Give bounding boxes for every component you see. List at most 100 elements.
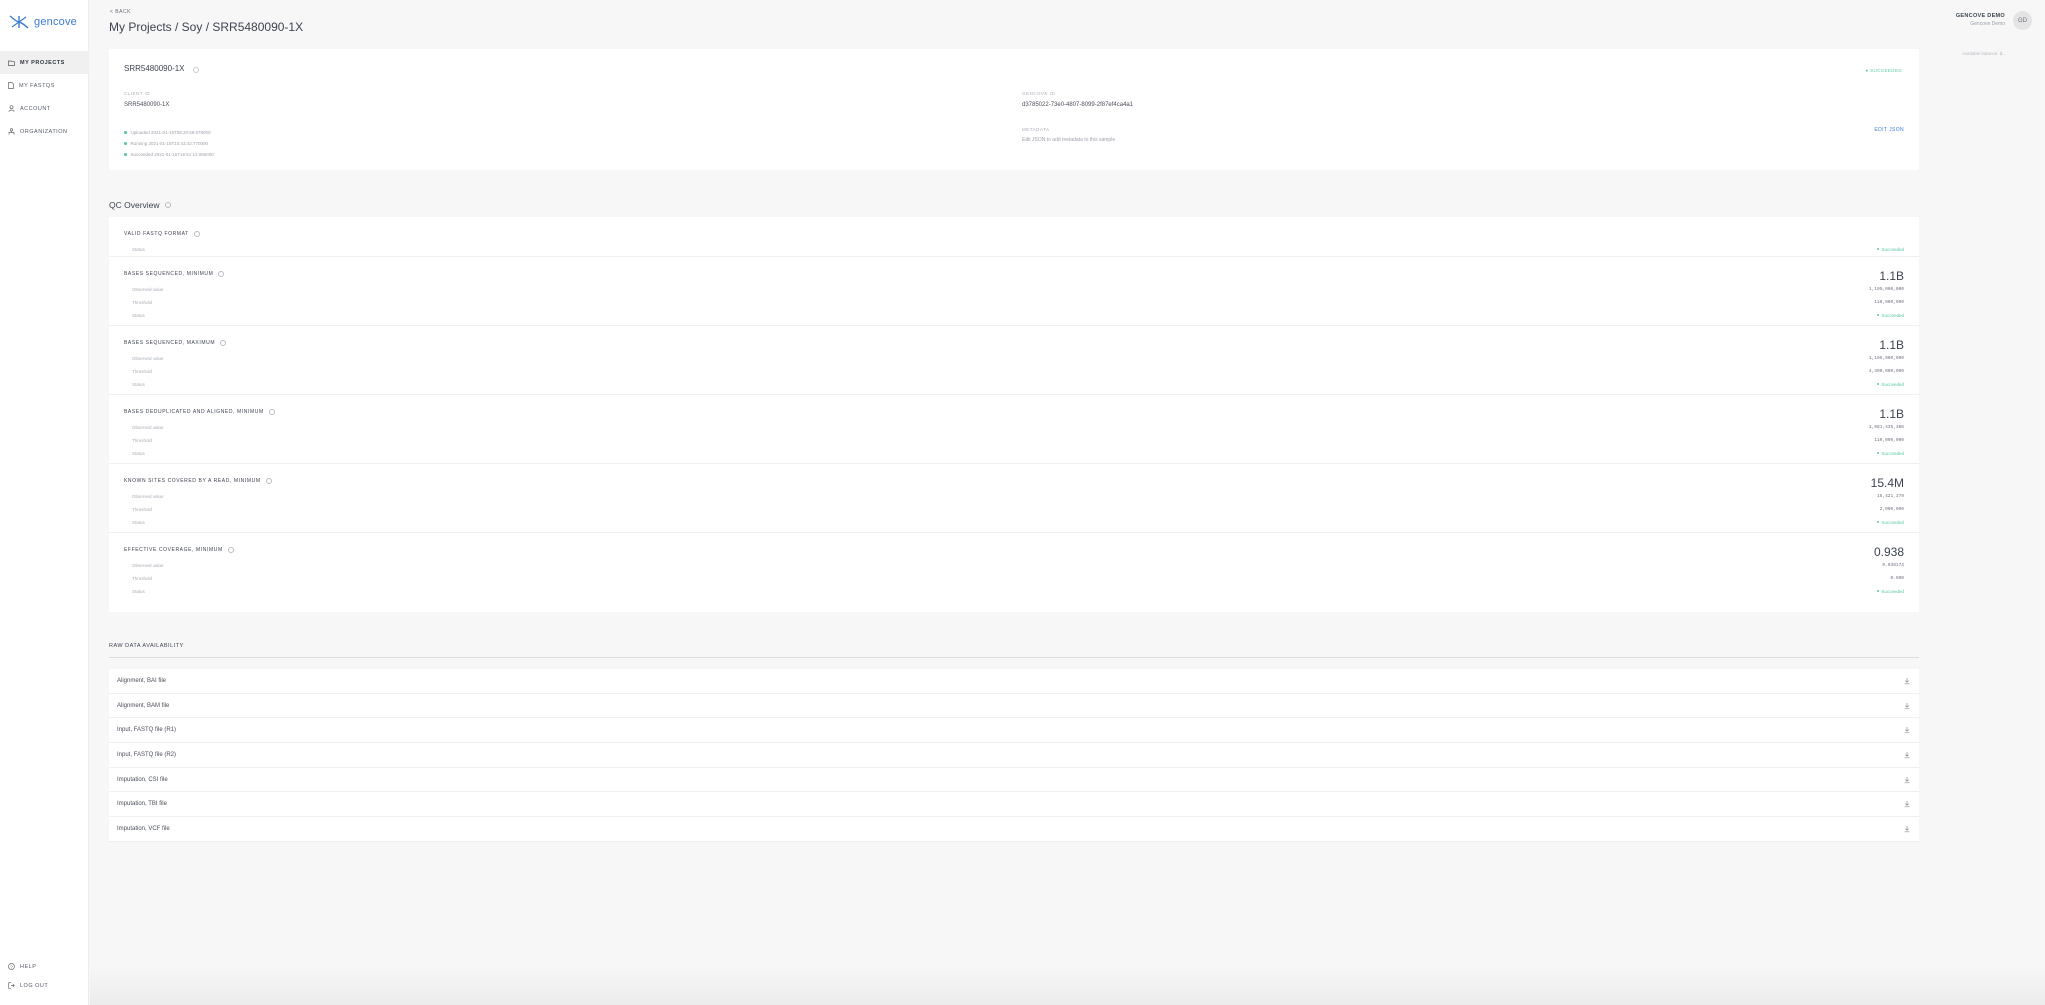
qc-row-label: Status — [132, 588, 145, 594]
download-icon[interactable] — [1903, 751, 1911, 759]
qc-row-value: 4,400,000,000 — [1868, 368, 1904, 374]
qc-row-threshold: Threshold 0.900 — [132, 573, 1904, 583]
sidebar-item-help[interactable]: ? HELP — [0, 957, 89, 976]
gencove-logo[interactable]: gencove — [8, 14, 77, 30]
raw-file-label: Imputation, CSI file — [117, 776, 168, 783]
qc-row-observed: Observed value 1,105,000,000 — [132, 353, 1904, 363]
download-icon[interactable] — [1903, 776, 1911, 784]
qc-row-label: Observed value — [132, 424, 164, 430]
qc-row-value: 110,000,000 — [1874, 299, 1904, 305]
raw-data-heading: RAW DATA AVAILABILITY — [109, 643, 1919, 658]
raw-file-label: Imputation, VCF file — [117, 825, 170, 832]
info-icon[interactable] — [218, 271, 225, 277]
sidebar-item-label: MY FASTQS — [19, 82, 55, 89]
qc-row-observed: Observed value 0.938174 — [132, 560, 1904, 570]
page-title: My Projects / Soy / SRR5480090-1X — [109, 20, 304, 34]
info-icon[interactable] — [164, 202, 171, 208]
raw-file-row[interactable]: Alignment, BAI file — [109, 669, 1919, 694]
timeline-text: Succeeded 2021-01-15T16:51:13.055000 — [130, 152, 214, 157]
qc-section-bases-sequenced-max: BASES SEQUENCED, MAXIMUM 1.1B Observed v… — [109, 326, 1919, 395]
raw-file-label: Imputation, TBI file — [117, 801, 167, 808]
qc-row-threshold: Threshold 2,000,000 — [132, 504, 1904, 514]
qc-row-label: Status — [132, 312, 145, 318]
sample-card: SRR5480090-1X ● SUCCEEDED CLIENT ID SRR5… — [109, 49, 1919, 170]
qc-title-text: KNOWN SITES COVERED BY A READ, MINIMUM — [124, 478, 261, 484]
status-text: Succeeded — [1881, 381, 1904, 387]
status-timeline: Uploaded 2021-01-15T08:20:58.678000 Runn… — [124, 127, 214, 160]
qc-row-label: Status — [132, 246, 145, 252]
qc-title-text: EFFECTIVE COVERAGE, MINIMUM — [124, 547, 223, 553]
avatar[interactable]: GD — [2013, 11, 2032, 30]
download-icon[interactable] — [1903, 726, 1911, 734]
status-badge: ● SUCCEEDED — [1865, 68, 1902, 73]
status-text: Succeeded — [1881, 450, 1904, 456]
info-icon[interactable] — [220, 340, 227, 346]
qc-row-value: 1,105,000,000 — [1868, 355, 1904, 361]
qc-row-observed: Observed value 1,105,000,000 — [132, 284, 1904, 294]
qc-row-value: 0.938174 — [1882, 562, 1904, 568]
sidebar-item-my-projects[interactable]: MY PROJECTS — [0, 51, 89, 74]
qc-overview-heading: QC Overview — [109, 200, 171, 210]
download-icon[interactable] — [1903, 825, 1911, 833]
file-icon — [8, 82, 14, 89]
sidebar-nav: MY PROJECTS MY FASTQS ACCOUNT ORGANIZATI… — [0, 51, 89, 143]
sidebar-item-label: ORGANIZATION — [20, 128, 68, 135]
qc-row-label: Status — [132, 381, 145, 387]
info-icon[interactable] — [268, 409, 275, 415]
raw-file-label: Alignment, BAI file — [117, 677, 167, 684]
qc-row-value: 2,000,000 — [1879, 506, 1904, 512]
sidebar-item-account[interactable]: ACCOUNT — [0, 97, 89, 120]
info-icon[interactable] — [193, 231, 200, 237]
edit-json-button[interactable]: EDIT JSON — [1874, 127, 1904, 133]
qc-row-status: Status Succeeded — [132, 448, 1904, 458]
download-icon[interactable] — [1903, 702, 1911, 710]
raw-file-row[interactable]: Alignment, BAM file — [109, 693, 1919, 719]
sidebar-item-label: MY PROJECTS — [20, 59, 65, 66]
status-dot — [1876, 451, 1880, 455]
qc-row-label: Status — [132, 519, 145, 525]
user-org: Gencove Demo — [1970, 21, 2005, 27]
raw-file-row[interactable]: Input, FASTQ file (R2) — [109, 743, 1919, 768]
timeline-text: Running 2021-01-15T10:43:42.770000 — [130, 141, 209, 146]
raw-file-label: Input, FASTQ file (R2) — [117, 751, 177, 758]
sidebar-item-label: HELP — [20, 963, 37, 970]
folder-icon — [8, 60, 15, 66]
edit-sample-icon[interactable] — [193, 67, 199, 73]
sidebar-item-label: LOG OUT — [20, 982, 49, 989]
qc-section-title: BASES SEQUENCED, MINIMUM — [124, 271, 225, 277]
raw-file-label: Alignment, BAM file — [117, 702, 170, 709]
qc-big-value: 0.938 — [1873, 545, 1904, 559]
sidebar-bottom-nav: ? HELP LOG OUT — [0, 957, 89, 995]
raw-file-row[interactable]: Imputation, TBI file — [109, 792, 1919, 818]
qc-big-value: 1.1B — [1879, 338, 1904, 352]
qc-section-bases-dedup-aligned: BASES DEDUPLICATED AND ALIGNED, MINIMUM … — [109, 395, 1919, 464]
qc-section-title: EFFECTIVE COVERAGE, MINIMUM — [124, 547, 234, 553]
qc-big-value: 1.1B — [1879, 269, 1904, 283]
download-icon[interactable] — [1903, 677, 1911, 685]
raw-file-label: Input, FASTQ file (R1) — [117, 727, 177, 734]
timeline-dot — [124, 142, 127, 145]
logo-text: gencove — [34, 16, 77, 28]
info-icon[interactable] — [227, 547, 234, 553]
raw-file-row[interactable]: Imputation, VCF file — [109, 817, 1919, 842]
qc-row-status: Status Succeeded — [132, 244, 1904, 254]
qc-section-title: BASES DEDUPLICATED AND ALIGNED, MINIMUM — [124, 409, 275, 415]
qc-section-title: KNOWN SITES COVERED BY A READ, MINIMUM — [124, 478, 272, 484]
status-dot — [1876, 589, 1880, 593]
info-icon[interactable] — [265, 478, 272, 484]
qc-row-label: Observed value — [132, 286, 164, 292]
download-icon[interactable] — [1903, 800, 1911, 808]
qc-row-value: 15,421,379 — [1876, 493, 1904, 499]
sidebar-item-logout[interactable]: LOG OUT — [0, 976, 89, 995]
sidebar-item-organization[interactable]: ORGANIZATION — [0, 120, 89, 143]
raw-file-row[interactable]: Imputation, CSI file — [109, 767, 1919, 793]
back-link[interactable]: < BACK — [110, 9, 131, 15]
qc-title-text: BASES SEQUENCED, MAXIMUM — [124, 340, 216, 346]
qc-row-observed: Observed value 1,081,435,380 — [132, 422, 1904, 432]
user-info[interactable]: GENCOVE DEMO Gencove Demo — [1956, 13, 2005, 27]
sidebar-item-my-fastqs[interactable]: MY FASTQS — [0, 74, 89, 97]
status-succeeded: Succeeded — [1876, 313, 1904, 318]
raw-file-row[interactable]: Input, FASTQ file (R1) — [109, 718, 1919, 744]
qc-section-valid-fastq: VALID FASTQ FORMAT Status Succeeded — [109, 217, 1919, 257]
client-id-label: CLIENT ID — [124, 91, 151, 96]
